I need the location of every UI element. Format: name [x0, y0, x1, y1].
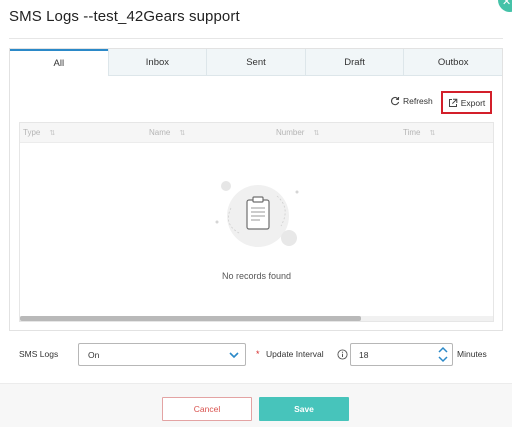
sms-logs-table: Type ⇅ Name ⇅ Number ⇅ Time ⇅ No records… — [19, 122, 494, 322]
dialog-footer: Cancel Save — [0, 383, 512, 427]
sms-logs-value: On — [88, 349, 100, 360]
sms-logs-panel: All Inbox Sent Draft Outbox Refresh Expo… — [9, 48, 503, 331]
sms-logs-label: SMS Logs — [19, 349, 59, 359]
sort-icon: ⇅ — [429, 129, 436, 137]
column-header-type[interactable]: Type ⇅ — [23, 128, 55, 137]
scrollbar-thumb[interactable] — [20, 316, 361, 321]
column-header-name[interactable]: Name ⇅ — [149, 128, 185, 137]
update-interval-label: Update Interval — [266, 349, 324, 359]
stepper-arrows-icon[interactable] — [436, 345, 450, 364]
title-divider — [9, 38, 503, 39]
sms-logs-select[interactable]: On — [78, 343, 246, 366]
save-button[interactable]: Save — [259, 397, 349, 421]
horizontal-scrollbar[interactable] — [20, 316, 493, 321]
column-header-time[interactable]: Time ⇅ — [403, 128, 435, 137]
sort-icon: ⇅ — [49, 129, 56, 137]
chevron-down-icon — [229, 352, 239, 359]
refresh-icon — [390, 96, 400, 106]
table-header: Type ⇅ Name ⇅ Number ⇅ Time ⇅ — [20, 123, 493, 143]
settings-row: SMS Logs On * Update Interval 18 Minutes — [0, 343, 512, 367]
refresh-label: Refresh — [403, 96, 433, 106]
column-header-number[interactable]: Number ⇅ — [276, 128, 319, 137]
export-button[interactable]: Export — [441, 91, 492, 114]
update-interval-input[interactable]: 18 — [350, 343, 453, 366]
dialog-title: SMS Logs --test_42Gears support — [9, 8, 240, 25]
required-asterisk: * — [256, 349, 260, 359]
tab-all[interactable]: All — [10, 49, 108, 76]
export-label: Export — [460, 97, 486, 108]
minutes-label: Minutes — [457, 349, 487, 359]
tab-inbox[interactable]: Inbox — [107, 49, 207, 76]
tab-outbox[interactable]: Outbox — [403, 49, 502, 76]
tab-sent[interactable]: Sent — [206, 49, 305, 76]
refresh-button[interactable]: Refresh — [390, 96, 433, 106]
external-link-icon — [448, 98, 458, 107]
close-icon[interactable]: ✕ — [498, 0, 512, 12]
update-interval-value: 18 — [359, 349, 369, 360]
tab-bar: All Inbox Sent Draft Outbox — [10, 49, 502, 76]
cancel-button[interactable]: Cancel — [162, 397, 252, 421]
empty-clipboard-illustration — [215, 181, 299, 247]
tab-draft[interactable]: Draft — [304, 49, 404, 76]
sort-icon: ⇅ — [179, 129, 186, 137]
info-icon[interactable] — [337, 349, 348, 360]
empty-state-message: No records found — [221, 271, 292, 281]
sort-icon: ⇅ — [313, 129, 320, 137]
